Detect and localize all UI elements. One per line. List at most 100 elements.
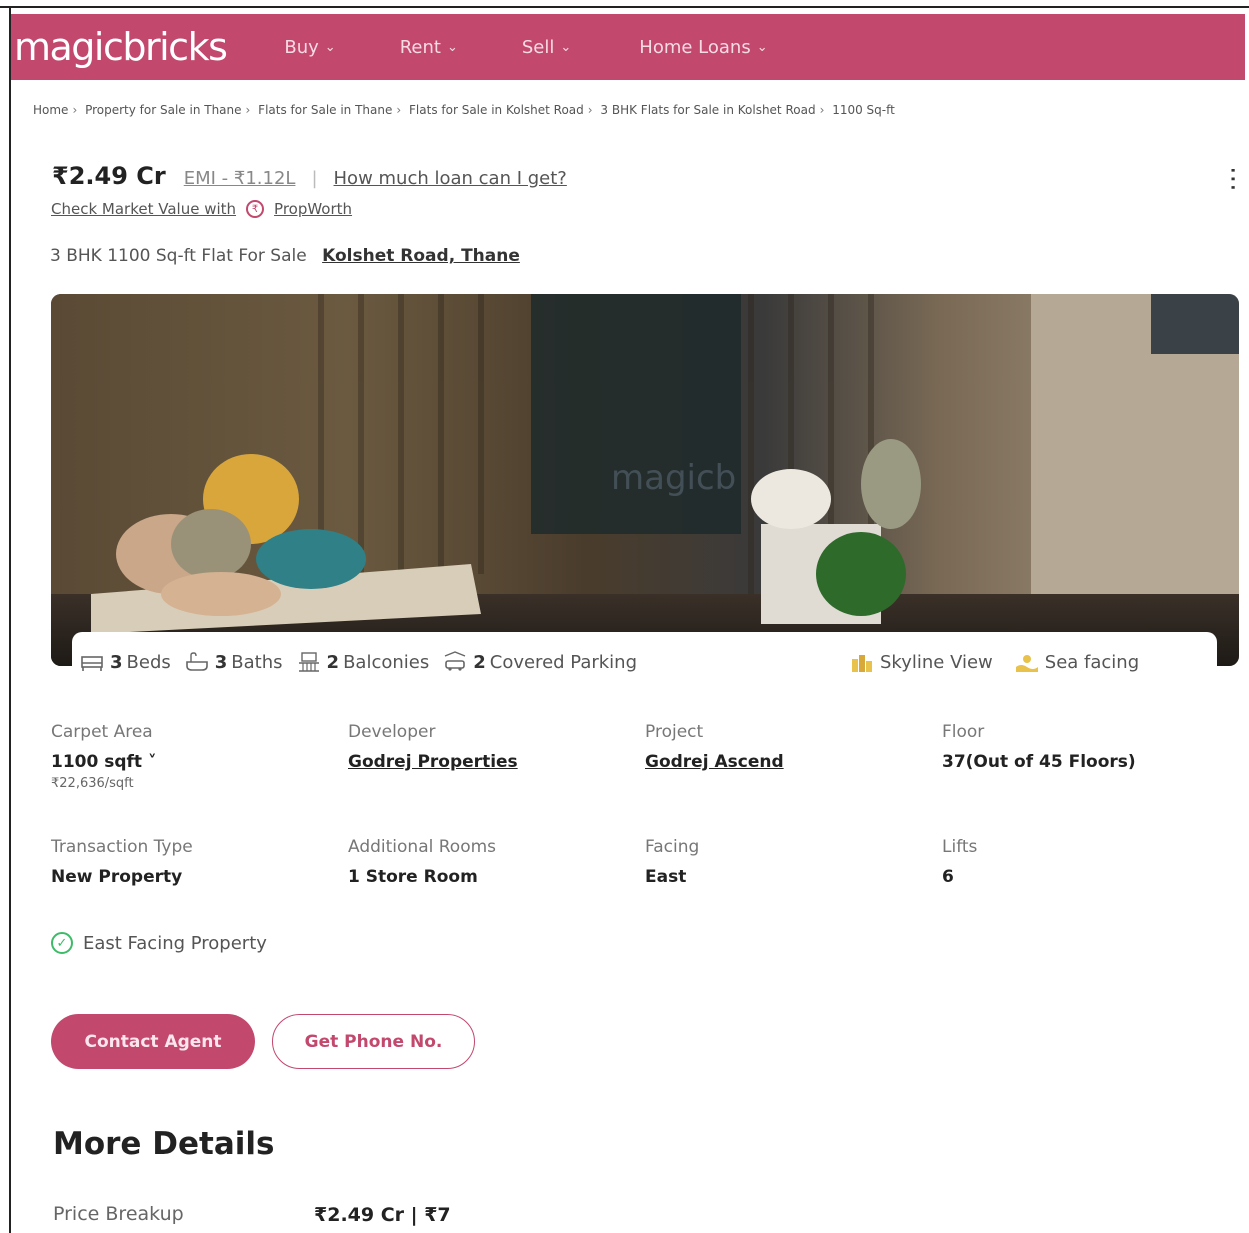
loan-eligibility-link[interactable]: How much loan can I get? xyxy=(334,168,567,189)
market-value-row: Check Market Value with ₹ PropWorth xyxy=(51,200,352,218)
developer-link[interactable]: Godrej Properties xyxy=(348,752,518,772)
floor: Floor 37(Out of 45 Floors) xyxy=(942,722,1136,772)
transaction-type-label: Transaction Type xyxy=(51,837,193,857)
baths-count: 3 xyxy=(214,651,228,673)
skyline-icon xyxy=(852,655,872,672)
bed-icon xyxy=(81,656,103,671)
developer: Developer Godrej Properties xyxy=(348,722,518,772)
more-details-heading: More Details xyxy=(53,1126,275,1162)
chevron-down-icon: ⌄ xyxy=(446,39,458,55)
breadcrumb-separator: › xyxy=(245,103,251,117)
additional-rooms: Additional Rooms 1 Store Room xyxy=(348,837,496,887)
window-top-border xyxy=(0,6,1249,8)
amenity-skyline-view: Skyline View xyxy=(850,651,993,673)
transaction-type: Transaction Type New Property xyxy=(51,837,193,887)
lifts: Lifts 6 xyxy=(942,837,977,887)
breadcrumb-property-thane[interactable]: Property for Sale in Thane xyxy=(85,103,241,117)
breadcrumb-current: 1100 Sq-ft xyxy=(832,103,895,117)
baths-label: Baths xyxy=(231,651,283,673)
car-parking-icon xyxy=(444,651,466,671)
propworth-link[interactable]: PropWorth xyxy=(274,200,352,218)
nav-sell-label: Sell xyxy=(521,36,555,58)
floor-label: Floor xyxy=(942,722,985,742)
facing-value: East xyxy=(645,867,687,887)
breadcrumb-separator: › xyxy=(72,103,78,117)
sea-facing-icon xyxy=(1015,655,1038,672)
project-label: Project xyxy=(645,722,704,742)
contact-agent-button[interactable]: Contact Agent xyxy=(51,1014,255,1069)
breadcrumb-3bhk-kolshet[interactable]: 3 BHK Flats for Sale in Kolshet Road xyxy=(600,103,815,117)
more-options-icon[interactable]: ⋯ xyxy=(1218,166,1248,192)
emi-link[interactable]: EMI - ₹1.12L xyxy=(184,168,296,189)
view-features: Skyline View Sea facing xyxy=(850,632,1161,692)
feature-east-facing: ✓ East Facing Property xyxy=(51,932,267,954)
nav-sell[interactable]: Sell ⌄ xyxy=(522,37,571,58)
nav-home-loans[interactable]: Home Loans ⌄ xyxy=(639,37,767,58)
price-row: ₹2.49 Cr EMI - ₹1.12L | How much loan ca… xyxy=(52,162,567,190)
nav-buy-label: Buy xyxy=(284,36,319,58)
amenity-baths: 3 Baths xyxy=(185,651,283,673)
breadcrumb-separator: › xyxy=(396,103,402,117)
price-separator: | xyxy=(311,168,318,189)
nav-rent-label: Rent xyxy=(399,36,441,58)
project-link[interactable]: Godrej Ascend xyxy=(645,752,784,772)
property-photo[interactable]: magicb xyxy=(51,294,1239,666)
price-breakup-label: Price Breakup xyxy=(53,1203,184,1225)
bathtub-icon xyxy=(185,652,208,671)
site-header: magicbricks Buy ⌄ Rent ⌄ Sell ⌄ Home Loa… xyxy=(11,14,1245,80)
amenities-strip: 3 Beds 3 Baths 2 Balconies 2 Covered Parking… xyxy=(72,632,1217,692)
breadcrumb: Home › Property for Sale in Thane › Flats … xyxy=(33,103,895,117)
nav-home-loans-label: Home Loans xyxy=(639,36,751,58)
skyline-view-label: Skyline View xyxy=(880,651,993,673)
balconies-label: Balconies xyxy=(343,651,430,673)
chevron-down-icon: ⌄ xyxy=(756,39,768,55)
feature-label: East Facing Property xyxy=(83,932,267,954)
property-photo-image: magicb xyxy=(51,294,1239,666)
nav-rent[interactable]: Rent ⌄ xyxy=(400,37,458,58)
carpet-area-value-text: 1100 sqft xyxy=(51,752,143,772)
balcony-icon xyxy=(298,652,319,672)
listing-title-text: 3 BHK 1100 Sq-ft Flat For Sale xyxy=(50,246,307,266)
propworth-icon: ₹ xyxy=(246,200,265,218)
breadcrumb-separator: › xyxy=(587,103,593,117)
amenity-balconies: 2 Balconies xyxy=(297,651,430,673)
breadcrumb-flats-thane[interactable]: Flats for Sale in Thane xyxy=(258,103,392,117)
caret-down-icon: ˅ xyxy=(147,752,157,772)
developer-label: Developer xyxy=(348,722,436,742)
chevron-down-icon: ⌄ xyxy=(560,39,572,55)
check-circle-icon: ✓ xyxy=(51,932,73,954)
magicbricks-logo[interactable]: magicbricks xyxy=(14,25,228,69)
main-nav: Buy ⌄ Rent ⌄ Sell ⌄ Home Loans ⌄ xyxy=(284,37,831,58)
beds-label: Beds xyxy=(126,651,171,673)
window-left-border xyxy=(9,6,11,1233)
listing-title: 3 BHK 1100 Sq-ft Flat For Sale Kolshet R… xyxy=(50,246,520,266)
price-amount: ₹2.49 Cr xyxy=(52,162,166,190)
lifts-label: Lifts xyxy=(942,837,978,857)
carpet-area-label: Carpet Area xyxy=(51,722,153,742)
location-link[interactable]: Kolshet Road, Thane xyxy=(322,246,520,266)
price-breakup-value: ₹2.49 Cr | ₹7 xyxy=(314,1204,451,1226)
additional-rooms-value: 1 Store Room xyxy=(348,867,478,887)
market-value-link[interactable]: Check Market Value with xyxy=(51,200,236,218)
amenity-sea-facing: Sea facing xyxy=(1015,651,1139,673)
breadcrumb-flats-kolshet[interactable]: Flats for Sale in Kolshet Road xyxy=(409,103,584,117)
facing: Facing East xyxy=(645,837,699,887)
additional-rooms-label: Additional Rooms xyxy=(348,837,497,857)
nav-buy[interactable]: Buy ⌄ xyxy=(284,37,335,58)
transaction-type-value: New Property xyxy=(51,867,183,887)
lifts-value: 6 xyxy=(942,867,954,887)
project: Project Godrej Ascend xyxy=(645,722,784,772)
breadcrumb-home[interactable]: Home xyxy=(33,103,68,117)
facing-label: Facing xyxy=(645,837,700,857)
get-phone-button[interactable]: Get Phone No. xyxy=(272,1014,475,1069)
price-per-sqft: ₹22,636/sqft xyxy=(51,776,134,791)
svg-text:magicb: magicb xyxy=(611,458,736,498)
sea-facing-label: Sea facing xyxy=(1044,651,1140,673)
floor-value: 37(Out of 45 Floors) xyxy=(942,752,1136,772)
balconies-count: 2 xyxy=(326,651,340,673)
amenity-beds: 3 Beds xyxy=(80,651,171,673)
breadcrumb-separator: › xyxy=(819,103,825,117)
parking-count: 2 xyxy=(473,651,486,673)
amenity-parking: 2 Covered Parking xyxy=(443,651,637,673)
carpet-area-value[interactable]: 1100 sqft ˅ xyxy=(51,752,156,772)
